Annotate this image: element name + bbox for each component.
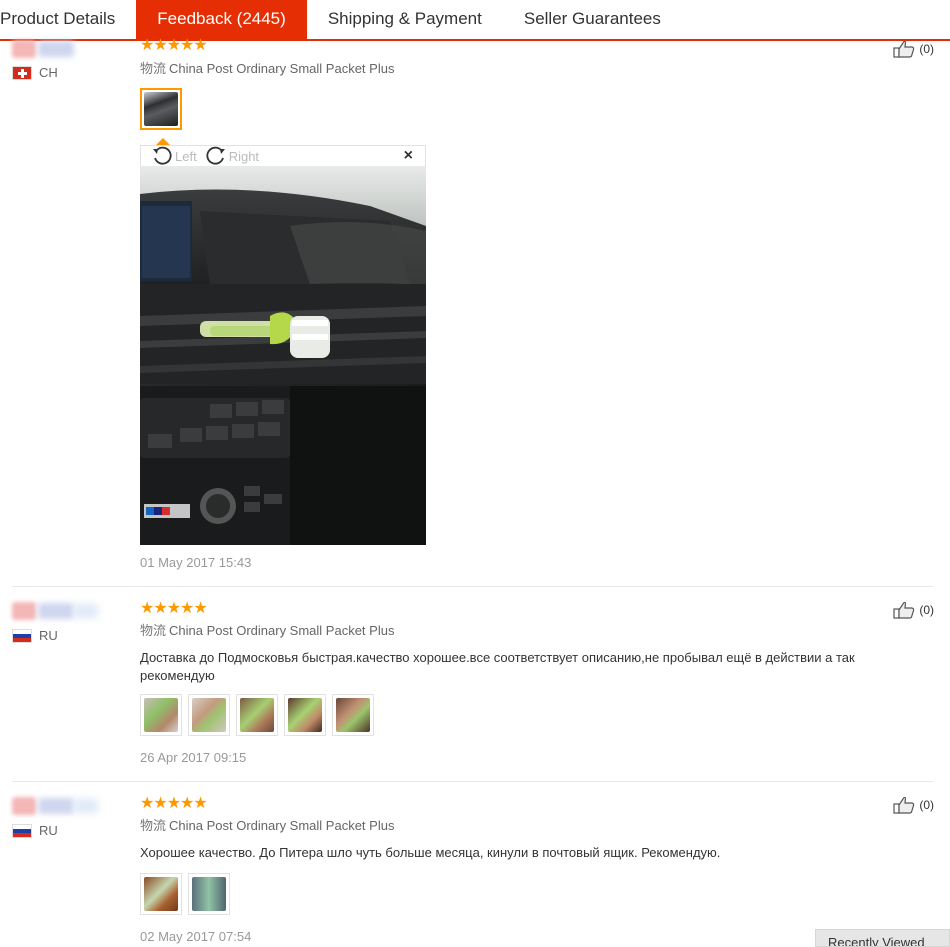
- helpful-count: (0): [919, 42, 934, 56]
- recently-viewed-button[interactable]: Recently Viewed: [815, 929, 950, 947]
- star-rating: ★★★★★: [140, 795, 208, 812]
- thumbs-up-icon: [893, 40, 915, 58]
- tab-feedback[interactable]: Feedback (2445): [136, 0, 307, 39]
- photo-viewer: Left Right ×: [140, 138, 426, 545]
- review-photo-thumb[interactable]: [236, 694, 278, 736]
- logistics-method: China Post Ordinary Small Packet Plus: [169, 818, 395, 833]
- review-photos: [140, 873, 900, 915]
- country-code: RU: [39, 823, 58, 838]
- review-date: 02 May 2017 07:54: [140, 929, 252, 944]
- reviewer-name-blurred: [12, 38, 112, 60]
- helpful-button[interactable]: (0): [893, 40, 934, 58]
- review-text: Хорошее качество. До Питера шло чуть бол…: [140, 845, 721, 860]
- review-photos: [140, 694, 900, 736]
- review-content: ★★★★★ 物流 China Post Ordinary Small Packet…: [140, 37, 900, 130]
- country-code: RU: [39, 628, 58, 643]
- review-photo-thumb[interactable]: [140, 873, 182, 915]
- tab-shipping-payment[interactable]: Shipping & Payment: [307, 0, 503, 39]
- review-photo-thumb[interactable]: [188, 873, 230, 915]
- review-content: ★★★★★ 物流 China Post Ordinary Small Packet…: [140, 600, 900, 765]
- star-rating: ★★★★★: [140, 600, 208, 617]
- thumbs-up-icon: [893, 796, 915, 814]
- review-photo-thumb[interactable]: [332, 694, 374, 736]
- reviewer-info: RU: [12, 795, 112, 838]
- thumbs-up-icon: [893, 601, 915, 619]
- logistics-method: China Post Ordinary Small Packet Plus: [169, 61, 395, 76]
- helpful-count: (0): [919, 798, 934, 812]
- rotate-right-button[interactable]: Right: [205, 146, 259, 166]
- reviewer-name-blurred: [12, 795, 112, 817]
- flag-ru-icon: [12, 823, 32, 838]
- review-photo-thumb[interactable]: [140, 694, 182, 736]
- review-date: 01 May 2017 15:43: [140, 555, 252, 570]
- rotate-left-label: Left: [175, 148, 197, 164]
- reviewer-country: RU: [12, 823, 112, 838]
- viewer-photo: [140, 166, 426, 545]
- helpful-button[interactable]: (0): [893, 601, 934, 619]
- tab-product-details[interactable]: Product Details: [0, 0, 136, 39]
- helpful-count: (0): [919, 603, 934, 617]
- logistics-label: 物流: [140, 62, 167, 77]
- review-text: Доставка до Подмосковья быстрая.качество…: [140, 650, 855, 683]
- helpful-button[interactable]: (0): [893, 796, 934, 814]
- review-content: ★★★★★ 物流 China Post Ordinary Small Packet…: [140, 795, 900, 944]
- tab-seller-guarantees[interactable]: Seller Guarantees: [503, 0, 682, 39]
- reviewer-info: RU: [12, 600, 112, 643]
- review-photo-thumb[interactable]: [188, 694, 230, 736]
- reviewer-info: CH: [12, 38, 112, 80]
- logistics-method: China Post Ordinary Small Packet Plus: [169, 623, 395, 638]
- review-photos: [140, 88, 900, 130]
- flag-ru-icon: [12, 628, 32, 643]
- review-tabs: Product Details Feedback (2445) Shipping…: [0, 0, 950, 41]
- viewer-pointer: [156, 138, 170, 145]
- review-photo-thumb[interactable]: [140, 88, 182, 130]
- review-photo-thumb[interactable]: [284, 694, 326, 736]
- rotate-right-label: Right: [228, 148, 260, 164]
- review-divider: [12, 586, 933, 587]
- logistics-label: 物流: [140, 819, 167, 834]
- close-icon[interactable]: ×: [404, 147, 413, 165]
- rotate-left-button[interactable]: Left: [151, 146, 197, 166]
- logistics-label: 物流: [140, 624, 167, 639]
- flag-ch-icon: [12, 65, 32, 80]
- reviewer-country: CH: [12, 65, 112, 80]
- star-rating: ★★★★★: [140, 37, 208, 54]
- reviewer-country: RU: [12, 628, 112, 643]
- logistics-info: 物流 China Post Ordinary Small Packet Plus: [140, 817, 900, 836]
- rotate-left-icon: [153, 146, 172, 165]
- review-divider: [12, 781, 933, 782]
- country-code: CH: [39, 65, 58, 80]
- car-dashboard-photo: [140, 166, 426, 545]
- review-date: 26 Apr 2017 09:15: [140, 750, 247, 765]
- viewer-toolbar: Left Right ×: [140, 145, 426, 166]
- logistics-info: 物流 China Post Ordinary Small Packet Plus: [140, 60, 900, 79]
- rotate-right-icon: [206, 146, 225, 165]
- logistics-info: 物流 China Post Ordinary Small Packet Plus: [140, 622, 900, 641]
- reviewer-name-blurred: [12, 600, 112, 622]
